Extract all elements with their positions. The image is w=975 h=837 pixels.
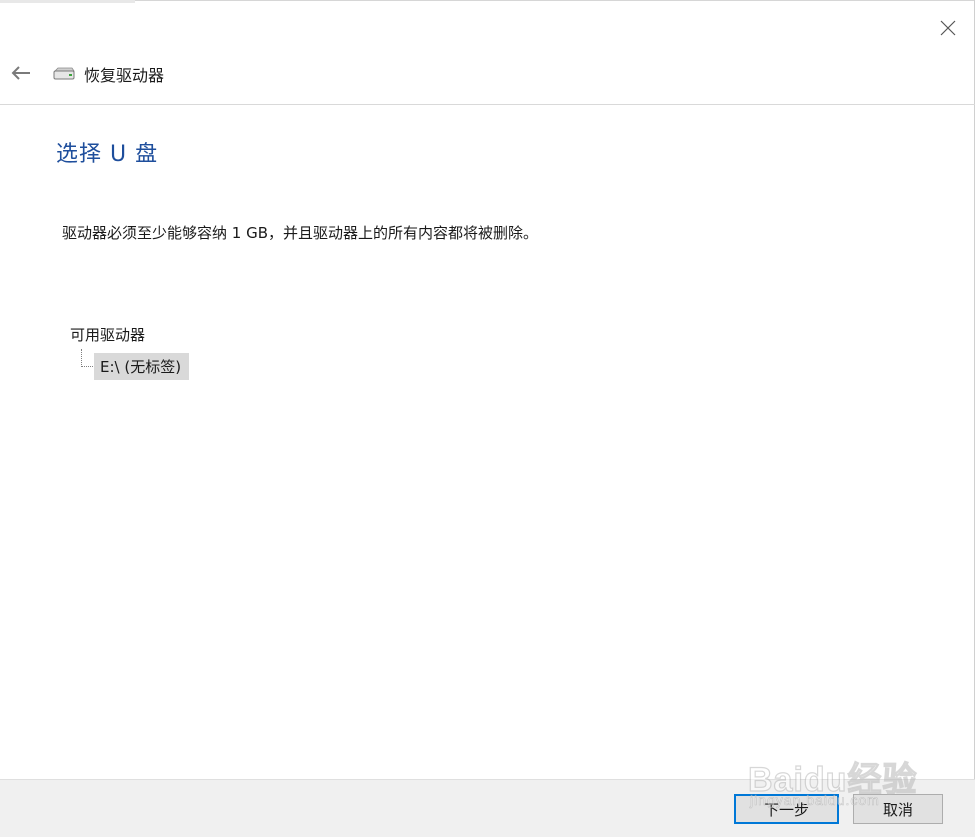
drive-icon bbox=[53, 67, 75, 80]
header-divider bbox=[0, 104, 975, 105]
drive-item-e[interactable]: E:\ (无标签) bbox=[94, 353, 190, 380]
page-heading: 选择 U 盘 bbox=[56, 142, 159, 167]
window-top-edge-shade bbox=[0, 0, 135, 3]
next-button[interactable]: 下一步 bbox=[734, 794, 839, 824]
available-drives-label: 可用驱动器 bbox=[70, 326, 146, 344]
close-icon bbox=[940, 20, 956, 36]
arrow-left-icon bbox=[11, 66, 30, 80]
close-button[interactable] bbox=[930, 12, 966, 44]
back-button[interactable] bbox=[6, 58, 36, 88]
cancel-button[interactable]: 取消 bbox=[853, 794, 943, 824]
window-title: 恢复驱动器 bbox=[52, 62, 164, 86]
tree-connector-horizontal bbox=[81, 366, 93, 367]
drive-item-label: E:\ (无标签) bbox=[100, 358, 182, 376]
tree-connector-vertical bbox=[81, 349, 82, 367]
window-title-label: 恢复驱动器 bbox=[84, 66, 165, 85]
next-button-label: 下一步 bbox=[763, 800, 809, 819]
cancel-button-label: 取消 bbox=[882, 800, 913, 819]
recovery-drive-window: 恢复驱动器 选择 U 盘 驱动器必须至少能够容纳 1 GB，并且驱动器上的所有内… bbox=[0, 0, 975, 837]
page-description: 驱动器必须至少能够容纳 1 GB，并且驱动器上的所有内容都将被删除。 bbox=[62, 224, 538, 242]
window-top-edge bbox=[0, 0, 975, 6]
